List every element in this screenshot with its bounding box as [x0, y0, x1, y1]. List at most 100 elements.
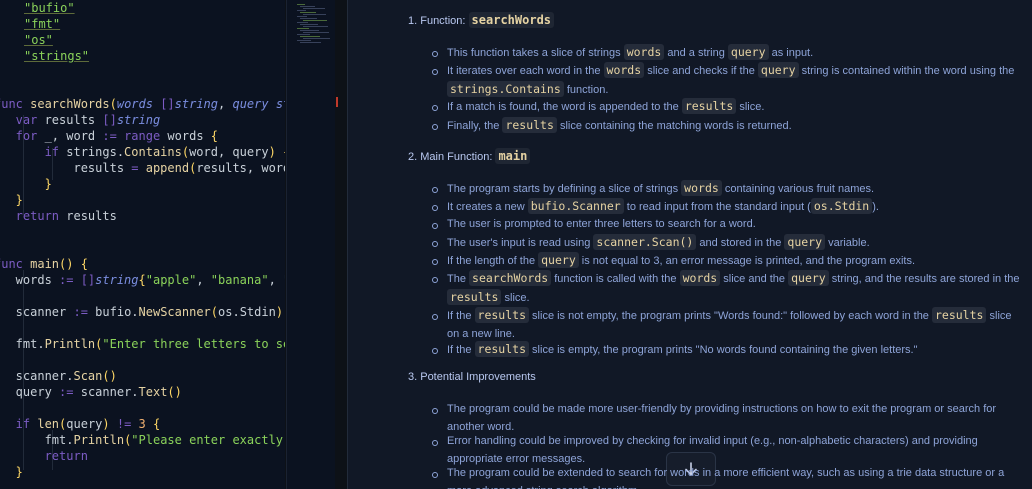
code-token: }	[15, 193, 23, 207]
code-token: Scan	[73, 369, 103, 383]
list-item-text: It iterates over each word in the	[447, 65, 604, 77]
list-item-text: slice is not empty, the program prints "…	[529, 310, 932, 322]
code-token: !=	[116, 417, 139, 431]
minimap-line	[300, 30, 319, 31]
list-item-text: function.	[563, 84, 609, 96]
minimap[interactable]	[286, 0, 335, 489]
code-token: scanner.	[80, 385, 139, 399]
code-token: (	[109, 97, 117, 111]
minimap-line	[300, 36, 320, 37]
bullet-marker	[432, 47, 440, 57]
minimap-line	[297, 10, 306, 11]
code-token: words	[116, 97, 161, 111]
list-item-text: slice and the	[720, 273, 789, 285]
section-heading-text: 1. Function:	[408, 15, 469, 27]
minimap-line	[303, 32, 329, 33]
code-line: fmt.Println("Enter three letters to se	[0, 336, 285, 352]
list-item-text: is not equal to 3, an error message is p…	[578, 255, 916, 267]
code-token: 3	[138, 417, 153, 431]
code-token: strings.	[66, 145, 125, 159]
minimap-line	[303, 8, 325, 9]
code-token: []	[102, 113, 117, 127]
code-line: words := []string{"apple", "banana", "	[0, 272, 285, 288]
code-token: := []	[59, 273, 96, 287]
list-item-text: and stored in the	[696, 237, 785, 249]
list-item: If the results slice is empty, the progr…	[447, 340, 1022, 358]
list-item: The user is prompted to enter three lett…	[447, 215, 1022, 233]
inline-code: query	[788, 270, 829, 286]
inline-code: words	[603, 62, 645, 78]
section-heading: 3. Potential Improvements	[408, 371, 536, 383]
code-token: results	[0, 161, 132, 175]
list-item-text: The user is prompted to enter three lett…	[447, 218, 756, 230]
code-token: "Enter three letters to se	[102, 337, 285, 351]
inline-code: query	[727, 44, 769, 60]
list-item-text: slice and checks if the	[644, 65, 758, 77]
code-token: string	[116, 113, 161, 127]
minimap-line	[300, 6, 315, 7]
list-item-text: slice.	[501, 292, 530, 304]
list-item-text: slice containing the matching words is r…	[556, 120, 792, 132]
code-line: results = append(results, word	[0, 160, 285, 176]
bullet-marker	[432, 436, 440, 446]
code-line: var results []string	[0, 112, 161, 128]
code-line: fmt.Println("Please enter exactly	[0, 432, 285, 448]
code-token: "os"	[24, 33, 53, 47]
bullet-marker	[432, 120, 440, 130]
code-token: func	[0, 257, 23, 271]
minimap-line	[300, 42, 321, 43]
list-item: The program could be made more user-frie…	[447, 400, 1022, 433]
inline-code: words	[623, 44, 665, 60]
code-line: }	[0, 176, 52, 192]
list-item-text: and a string	[664, 47, 728, 59]
list-item-text: The user's input is read using	[447, 237, 594, 249]
minimap-line	[297, 34, 310, 35]
code-line: "strings"	[24, 48, 89, 64]
code-token: NewScanner	[138, 305, 211, 319]
section-heading-text: 3. Potential Improvements	[408, 371, 536, 383]
bullet-marker	[432, 273, 440, 283]
list-item: The program starts by defining a slice o…	[447, 179, 1022, 197]
code-editor[interactable]: "bufio" "fmt" "os" "strings" func searchWord…	[0, 0, 285, 489]
code-token: {	[138, 273, 146, 287]
inline-code: results	[474, 341, 529, 357]
code-token: "banana"	[210, 273, 269, 287]
list-item: This function takes a slice of strings w…	[447, 43, 1022, 61]
minimap-line	[300, 18, 317, 19]
code-token: return	[0, 209, 67, 223]
code-token: []	[160, 97, 175, 111]
list-item-text: variable.	[825, 237, 870, 249]
list-item: It creates a new bufio.Scanner to read i…	[447, 197, 1022, 215]
code-line: return	[0, 448, 88, 464]
minimap-line	[297, 40, 311, 41]
code-token: Text	[138, 385, 168, 399]
minimap-line	[300, 12, 316, 13]
code-token: () {	[59, 257, 88, 271]
inline-code: searchWords	[469, 270, 552, 286]
bullet-marker	[432, 255, 440, 265]
list-item: It iterates over each word in the words …	[447, 61, 1022, 97]
list-item-text: as input.	[768, 47, 814, 59]
code-line: "bufio"	[24, 0, 75, 16]
code-token: len	[37, 417, 60, 431]
inline-code: scanner.Scan()	[593, 234, 697, 250]
bullet-marker	[432, 183, 440, 193]
bullet-marker	[432, 65, 440, 75]
code-token: fmt.	[15, 337, 45, 351]
code-token: Println	[44, 337, 96, 351]
code-token: for	[15, 129, 38, 143]
code-token: :=	[59, 385, 81, 399]
list-item-text: slice is empty, the program prints "No w…	[529, 344, 918, 356]
code-line: if strings.Contains(word, query) {	[0, 144, 285, 160]
list-item: The searchWords function is called with …	[447, 269, 1022, 305]
minimap-line	[303, 14, 326, 15]
code-token: string	[174, 97, 219, 111]
inline-code: results	[931, 307, 987, 323]
minimap-line	[303, 20, 327, 21]
list-item: If the results slice is not empty, the p…	[447, 306, 1022, 342]
list-item-text: This function takes a slice of strings	[447, 47, 624, 59]
code-line: }	[0, 224, 1, 240]
code-token: :=	[73, 305, 96, 319]
list-item-text: The program could be extended to search …	[447, 467, 1005, 489]
code-token: =	[131, 161, 146, 175]
